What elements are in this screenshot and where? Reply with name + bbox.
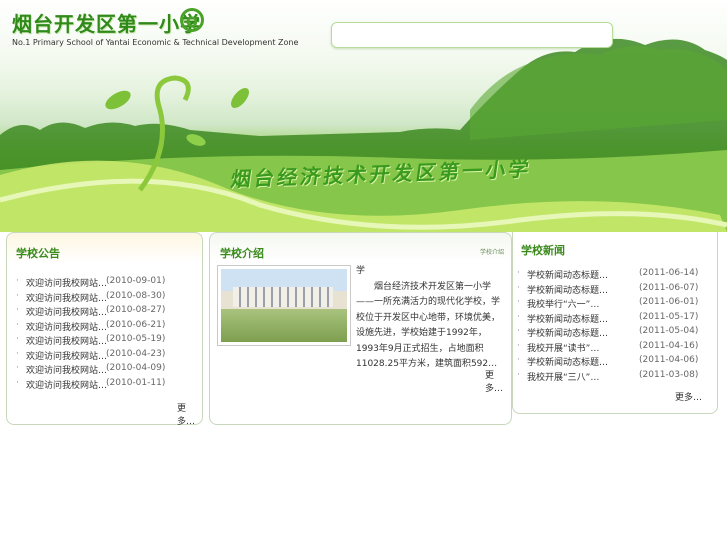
header-banner: 烟台开发区第一小学 Q No.1 Primary School of Yanta…: [0, 0, 727, 232]
bullet-icon: ·: [16, 290, 19, 301]
list-item[interactable]: · 学校新闻动态标题… (2011-06-14): [517, 268, 715, 283]
bullet-icon: ·: [517, 369, 520, 380]
news-more-link[interactable]: 更多…: [675, 390, 702, 403]
item-date: (2011-04-16): [639, 340, 699, 351]
item-title[interactable]: 我校开展“三八”…: [527, 370, 599, 383]
item-title[interactable]: 欢迎访问我校网站…: [26, 305, 107, 318]
intro-body: 烟台经济技术开发区第一小学——一所充满活力的现代化学校，学校位于开发区中心地带，…: [356, 281, 501, 370]
school-photo[interactable]: [217, 265, 351, 346]
item-date: (2011-03-08): [639, 369, 699, 380]
intro-text: 学 烟台经济技术开发区第一小学——一所充满活力的现代化学校，学校位于开发区中心地…: [356, 264, 506, 373]
item-date: (2011-06-14): [639, 268, 699, 278]
item-date: (2010-08-27): [106, 305, 166, 315]
item-date: (2010-09-01): [106, 276, 166, 286]
school-logo-subtitle: No.1 Primary School of Yantai Economic &…: [12, 38, 299, 47]
list-item[interactable]: · 欢迎访问我校网站… (2010-08-27): [16, 305, 201, 320]
item-date: (2011-04-06): [639, 355, 699, 365]
bullet-icon: ·: [16, 305, 19, 315]
building-facade: [233, 287, 333, 307]
intro-first-char: 学: [356, 266, 366, 276]
bullet-icon: ·: [16, 276, 19, 286]
item-title[interactable]: 学校新闻动态标题…: [527, 312, 608, 325]
announcements-panel: 学校公告 · 欢迎访问我校网站… (2010-09-01) · 欢迎访问我校网站… (2…: [6, 232, 203, 427]
bullet-icon: ·: [517, 355, 520, 365]
list-item[interactable]: · 我校举行“六一”… (2011-06-01): [517, 297, 715, 312]
item-title[interactable]: 欢迎访问我校网站…: [26, 349, 107, 362]
news-title: 学校新闻: [521, 244, 565, 257]
bullet-icon: ·: [16, 319, 19, 330]
item-date: (2011-05-17): [639, 311, 699, 322]
bullet-icon: ·: [16, 334, 19, 344]
item-date: (2011-06-01): [639, 297, 699, 307]
list-item[interactable]: · 欢迎访问我校网站… (2010-05-19): [16, 334, 201, 349]
item-date: (2010-05-19): [106, 334, 166, 344]
list-item[interactable]: · 欢迎访问我校网站… (2010-04-09): [16, 363, 201, 378]
announcements-title: 学校公告: [16, 247, 60, 260]
item-date: (2010-04-09): [106, 363, 166, 373]
news-panel: 学校新闻 · 学校新闻动态标题… (2011-06-14) · 学校新闻动态标题… (2…: [512, 232, 718, 414]
bullet-icon: ·: [517, 326, 520, 336]
intro-small-mark: 学校介绍: [480, 249, 505, 256]
item-title[interactable]: 我校举行“六一”…: [527, 297, 599, 310]
announcements-list: · 欢迎访问我校网站… (2010-09-01) · 欢迎访问我校网站… (2010-0…: [16, 276, 201, 392]
item-title[interactable]: 欢迎访问我校网站…: [26, 334, 107, 347]
item-date: (2010-01-11): [106, 377, 166, 388]
bullet-icon: ·: [517, 340, 520, 351]
list-item[interactable]: · 我校开展“读书”… (2011-04-16): [517, 341, 715, 356]
leaf: [231, 88, 249, 108]
list-item[interactable]: · 学校新闻动态标题… (2011-05-17): [517, 312, 715, 327]
list-item[interactable]: · 欢迎访问我校网站… (2010-09-01): [16, 276, 201, 291]
item-title[interactable]: 欢迎访问我校网站…: [26, 276, 107, 289]
intro-title: 学校介绍: [220, 247, 264, 260]
item-title[interactable]: 欢迎访问我校网站…: [26, 320, 107, 333]
item-title[interactable]: 学校新闻动态标题…: [527, 283, 608, 296]
school-logo-text[interactable]: 烟台开发区第一小学: [12, 8, 201, 37]
news-list: · 学校新闻动态标题… (2011-06-14) · 学校新闻动态标题… (2011-0…: [517, 268, 715, 384]
school-logo-icon[interactable]: Q: [180, 8, 204, 32]
school-building-image: [221, 269, 347, 342]
list-item[interactable]: · 学校新闻动态标题… (2011-05-04): [517, 326, 715, 341]
item-title[interactable]: 学校新闻动态标题…: [527, 326, 608, 339]
list-item[interactable]: · 学校新闻动态标题… (2011-06-07): [517, 283, 715, 298]
item-date: (2010-08-30): [106, 290, 166, 301]
item-title[interactable]: 学校新闻动态标题…: [527, 268, 608, 281]
list-item[interactable]: · 我校开展“三八”… (2011-03-08): [517, 370, 715, 385]
bullet-icon: ·: [16, 377, 19, 388]
list-item[interactable]: · 学校新闻动态标题… (2011-04-06): [517, 355, 715, 370]
announcements-more-link[interactable]: 更多…: [177, 401, 202, 427]
leaf: [105, 90, 131, 110]
search-input[interactable]: [331, 22, 613, 48]
item-date: (2010-06-21): [106, 319, 166, 330]
bullet-icon: ·: [16, 348, 19, 359]
item-title[interactable]: 欢迎访问我校网站…: [26, 363, 107, 376]
item-date: (2010-04-23): [106, 348, 166, 359]
item-title[interactable]: 学校新闻动态标题…: [527, 355, 608, 368]
item-title[interactable]: 欢迎访问我校网站…: [26, 291, 107, 304]
bullet-icon: ·: [517, 297, 520, 307]
item-title[interactable]: 我校开展“读书”…: [527, 341, 599, 354]
bullet-icon: ·: [517, 268, 520, 278]
item-title[interactable]: 欢迎访问我校网站…: [26, 378, 107, 391]
list-item[interactable]: · 欢迎访问我校网站… (2010-01-11): [16, 378, 201, 393]
list-item[interactable]: · 欢迎访问我校网站… (2010-06-21): [16, 320, 201, 335]
bullet-icon: ·: [517, 282, 520, 293]
bullet-icon: ·: [16, 363, 19, 373]
item-date: (2011-05-04): [639, 326, 699, 336]
list-item[interactable]: · 欢迎访问我校网站… (2010-08-30): [16, 291, 201, 306]
item-date: (2011-06-07): [639, 282, 699, 293]
list-item[interactable]: · 欢迎访问我校网站… (2010-04-23): [16, 349, 201, 364]
bullet-icon: ·: [517, 311, 520, 322]
